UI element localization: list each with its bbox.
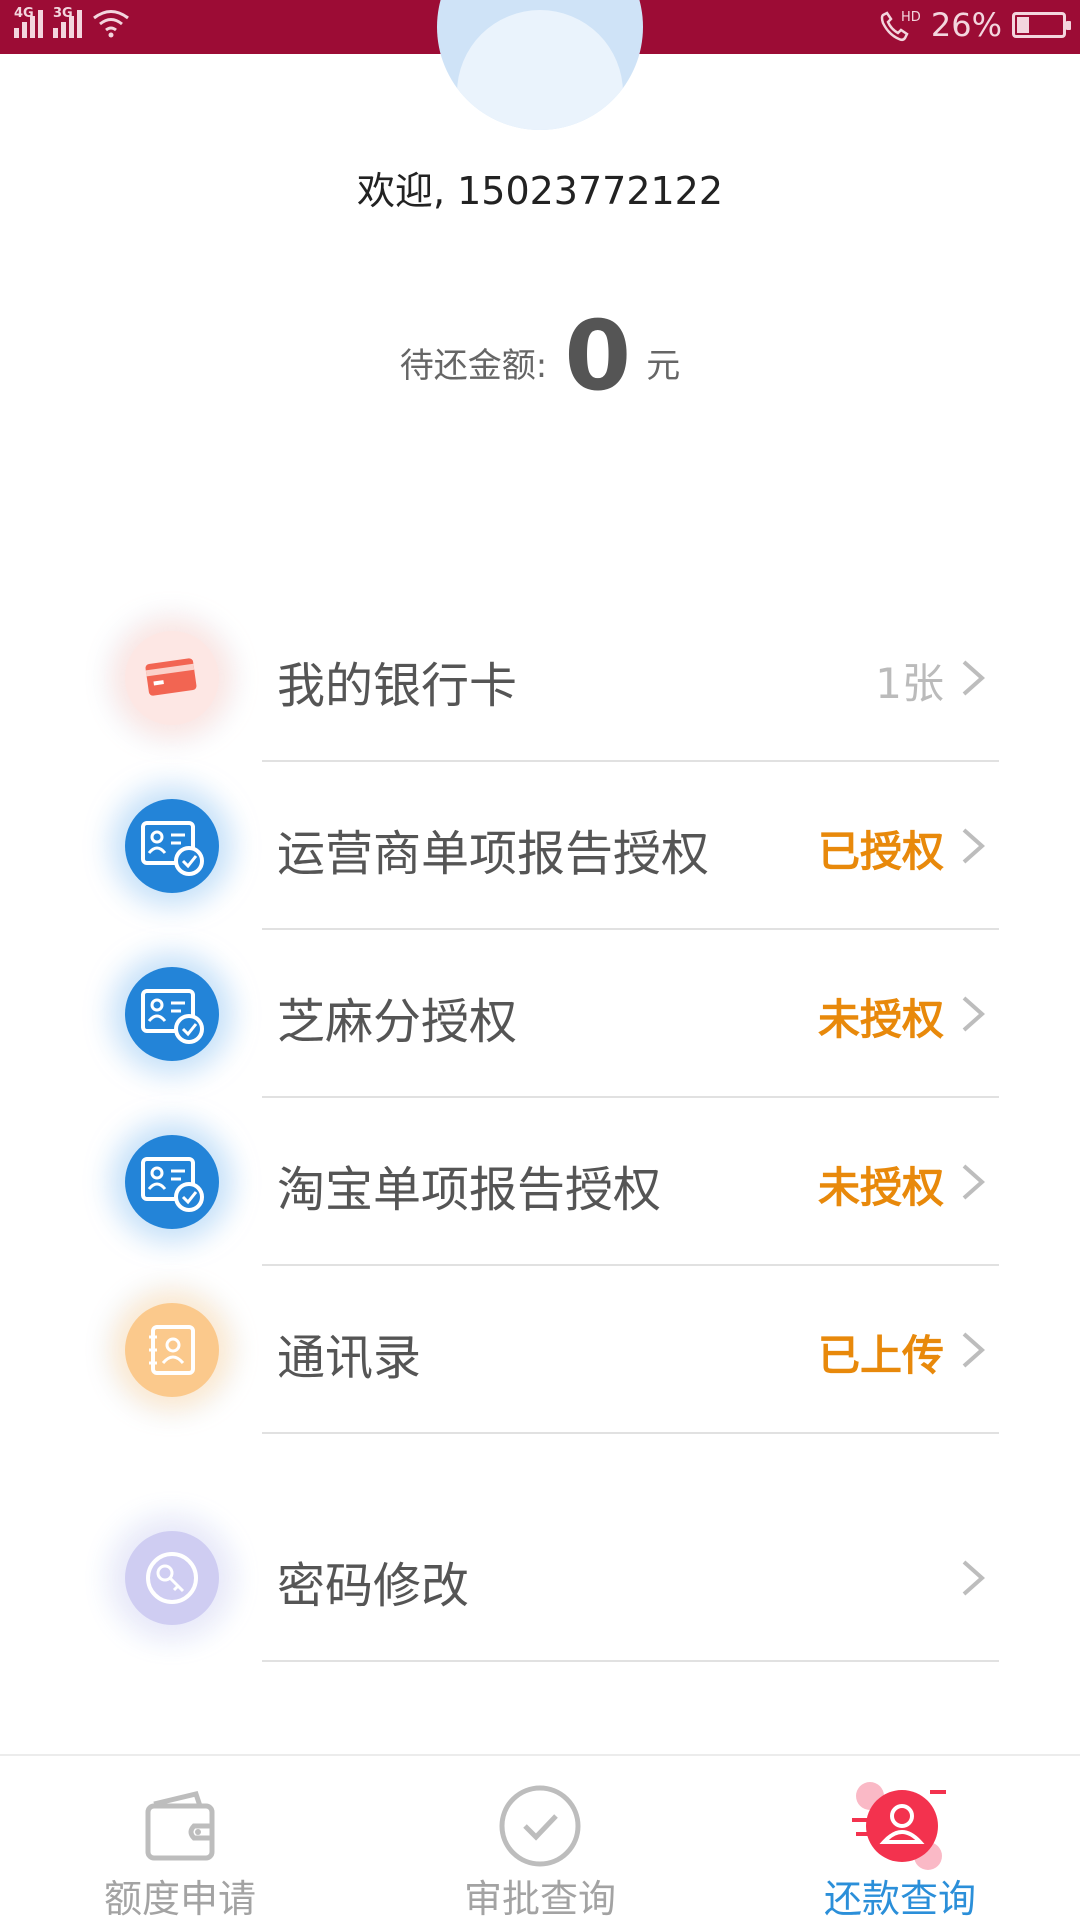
due-unit: 元 [646, 346, 681, 386]
battery-icon [1012, 12, 1071, 38]
chevron-right-icon [962, 1332, 986, 1368]
menu-item-carrier-auth[interactable]: 运营商单项报告授权 已授权 [0, 762, 1080, 930]
bank-card-count: 1张 [875, 659, 944, 708]
welcome-text: 欢迎, 15023772122 [356, 169, 724, 213]
tab-label: 审批查询 [463, 1877, 616, 1921]
divider [262, 1660, 999, 1662]
menu-item-bank-card[interactable]: 我的银行卡 1张 [0, 594, 1080, 762]
menu-item-label: 我的银行卡 [277, 658, 518, 714]
menu-item-label: 淘宝单项报告授权 [277, 1162, 662, 1218]
menu-item-sesame-auth[interactable]: 芝麻分授权 未授权 [0, 930, 1080, 1098]
sesame-auth-status: 未授权 [817, 995, 944, 1044]
menu-item-label: 密码修改 [277, 1558, 470, 1614]
menu-item-taobao-auth[interactable]: 淘宝单项报告授权 未授权 [0, 1098, 1080, 1266]
tab-approval-query[interactable]: 审批查询 [360, 1756, 720, 1922]
menu-item-password[interactable]: 密码修改 [0, 1494, 1080, 1662]
taobao-auth-status: 未授权 [817, 1163, 944, 1212]
bank-card-icon [125, 631, 219, 725]
svg-text:HD: HD [901, 10, 921, 25]
key-icon [125, 1531, 219, 1625]
chevron-right-icon [962, 828, 986, 864]
menu-item-label: 芝麻分授权 [277, 994, 518, 1050]
tab-label: 额度申请 [103, 1877, 256, 1921]
status-bar-right: HD 26% [877, 6, 1071, 44]
battery-percent: 26% [930, 6, 1002, 44]
user-icon [852, 1782, 946, 1870]
carrier-auth-status: 已授权 [817, 827, 944, 876]
contacts-book-icon [125, 1303, 219, 1397]
menu-item-label: 通讯录 [277, 1330, 422, 1386]
wallet-icon [145, 1791, 215, 1861]
avatar[interactable] [437, 0, 643, 130]
id-card-check-icon [125, 799, 219, 893]
tab-credit-apply[interactable]: 额度申请 [0, 1756, 360, 1922]
contacts-status: 已上传 [817, 1331, 944, 1380]
check-circle-icon [499, 1785, 581, 1867]
chevron-right-icon [962, 996, 986, 1032]
bottom-nav: 额度申请 审批查询 还款查询 [0, 1754, 1080, 1922]
due-amount-block: 待还金额: 0 元 [0, 300, 1080, 412]
tab-repayment-query[interactable]: 还款查询 [720, 1756, 1080, 1922]
menu-item-label: 运营商单项报告授权 [277, 826, 710, 882]
divider [262, 1432, 999, 1434]
due-label: 待还金额: [399, 346, 548, 386]
id-card-check-icon [125, 1135, 219, 1229]
chevron-right-icon [962, 1560, 986, 1596]
chevron-right-icon [962, 660, 986, 696]
menu-item-contacts[interactable]: 通讯录 已上传 [0, 1266, 1080, 1434]
id-card-check-icon [125, 967, 219, 1061]
tab-label: 还款查询 [823, 1877, 976, 1921]
chevron-right-icon [962, 1164, 986, 1200]
hd-call-icon: HD [880, 10, 921, 42]
due-amount: 0 [564, 300, 632, 412]
